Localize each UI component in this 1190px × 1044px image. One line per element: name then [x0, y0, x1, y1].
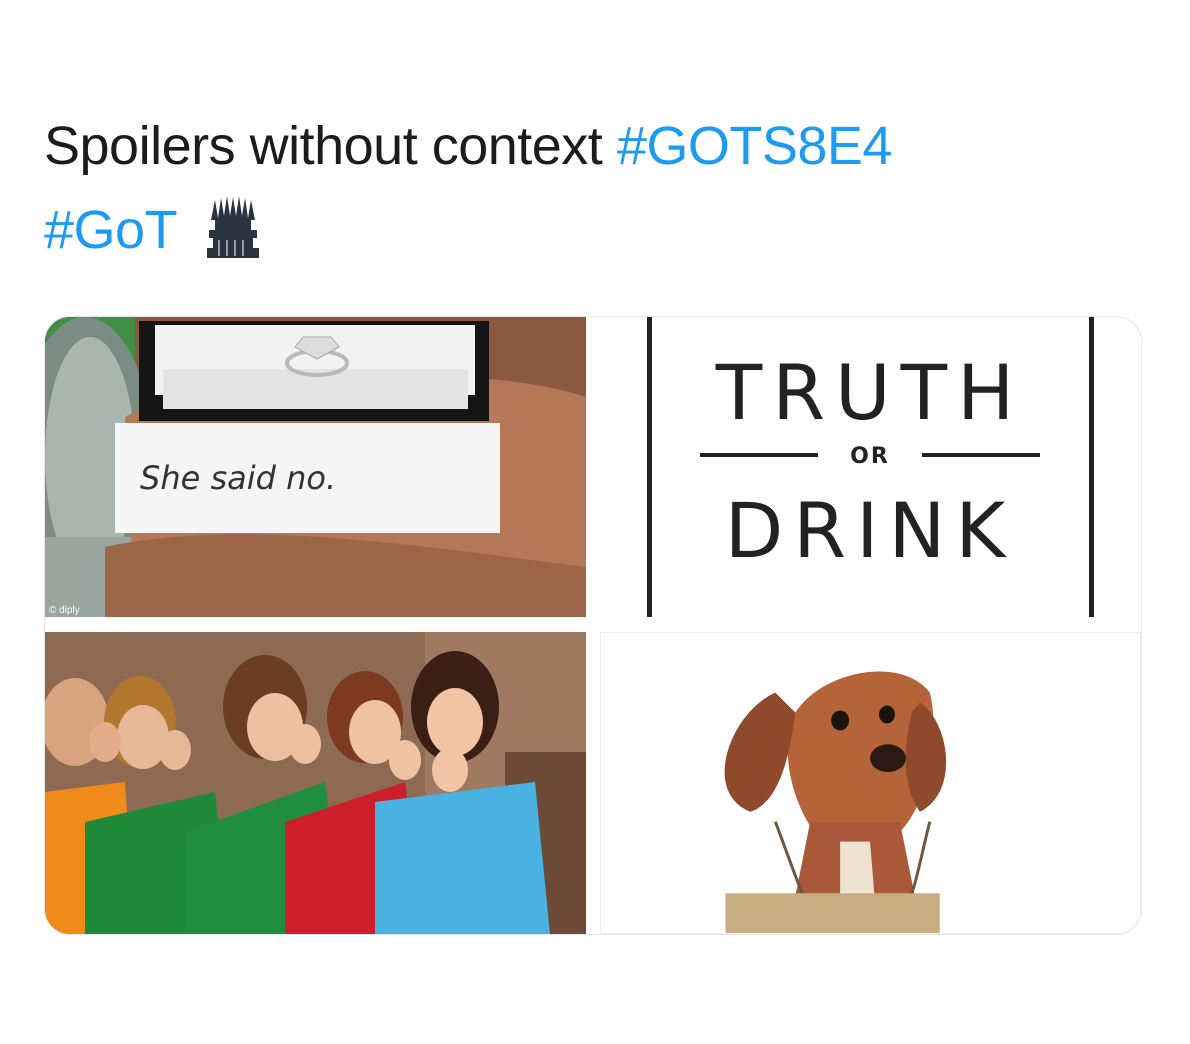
tweet-text: Spoilers without context #GOTS8E4 #GoT	[44, 104, 1144, 272]
hashtag-gots8e4-link[interactable]: #GOTS8E4	[617, 116, 893, 176]
truth-word: TRUTH	[715, 348, 1024, 437]
throne-icon	[205, 195, 261, 260]
or-word: OR	[850, 444, 890, 469]
hashtag-got-link[interactable]: #GoT	[44, 200, 177, 260]
tweet-body: Spoilers without context	[44, 116, 603, 176]
photo-ring-box[interactable]: She said no. © diply	[45, 317, 586, 617]
truth-or-drink-logo[interactable]: TRUTH OR DRINK	[600, 317, 1141, 617]
photo-dachshund-sign[interactable]	[600, 632, 1141, 934]
drink-word: DRINK	[725, 486, 1015, 575]
watermark-text: © diply	[49, 605, 80, 616]
note-text: She said no.	[140, 459, 336, 497]
media-grid: She said no. © diply TRUTH OR DRINK	[44, 316, 1142, 935]
photo-gossiping-women[interactable]	[45, 632, 586, 934]
